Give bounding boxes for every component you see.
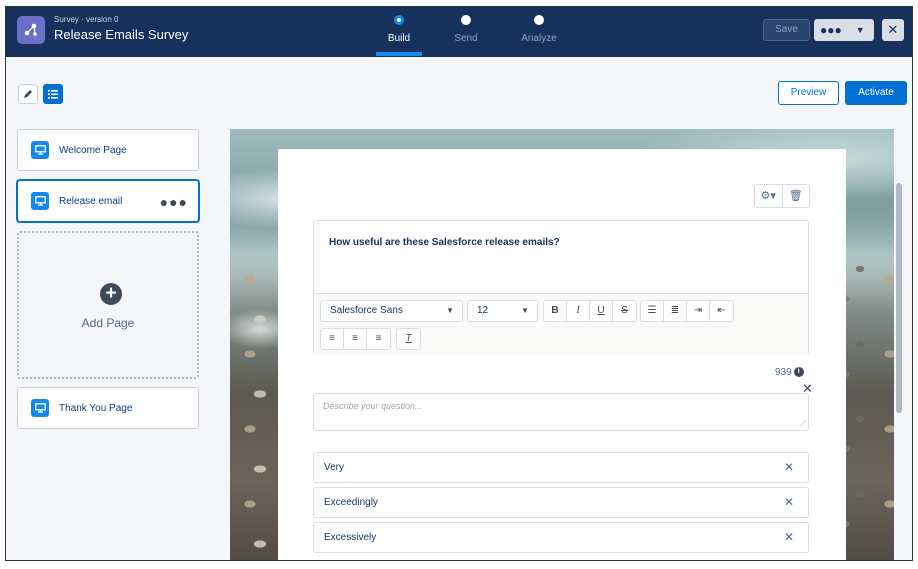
- clear-formatting-icon[interactable]: T: [397, 329, 420, 349]
- add-page-dropzone[interactable]: + Add Page: [17, 231, 199, 379]
- align-group: ≡ ≡ ≡: [320, 328, 391, 350]
- numbered-list-icon[interactable]: ≣: [664, 301, 687, 321]
- align-left-icon[interactable]: ≡: [321, 329, 344, 349]
- screen-icon: [31, 399, 49, 417]
- list-format-group: ☰ ≣ ⇥ ⇤: [640, 300, 734, 322]
- more-actions-button[interactable]: ●●● ▼: [814, 19, 874, 41]
- step-label: Build: [387, 33, 411, 44]
- font-size-value: 12: [477, 305, 489, 316]
- step-send[interactable]: Send: [431, 7, 501, 57]
- indent-icon[interactable]: ⇥: [687, 301, 710, 321]
- question-description-input[interactable]: Describe your question... ⟋: [313, 393, 809, 431]
- survey-app-icon: [17, 16, 45, 44]
- choice-label[interactable]: Excessively: [324, 532, 376, 543]
- remove-choice-icon[interactable]: ✕: [784, 495, 794, 509]
- caret-down-icon: ▼: [855, 25, 865, 35]
- activate-button[interactable]: Activate: [845, 81, 907, 105]
- preview-button[interactable]: Preview: [778, 81, 839, 105]
- survey-version: Survey · version 0: [54, 15, 119, 24]
- page-card-welcome[interactable]: Welcome Page: [17, 129, 199, 171]
- choice-row[interactable]: Excessively ✕: [313, 522, 809, 553]
- choice-label[interactable]: Exceedingly: [324, 497, 378, 508]
- step-build[interactable]: Build: [364, 7, 434, 57]
- step-analyze[interactable]: Analyze: [504, 7, 574, 57]
- align-center-icon[interactable]: ≡: [344, 329, 367, 349]
- bullet-list-icon[interactable]: ☰: [641, 301, 664, 321]
- remove-choice-icon[interactable]: ✕: [784, 460, 794, 474]
- resize-grip-icon[interactable]: ⟋: [800, 419, 806, 429]
- step-dot: [461, 15, 471, 25]
- add-circle-icon: +: [100, 283, 122, 305]
- align-right-icon[interactable]: ≡: [367, 329, 390, 349]
- clear-format-group: T: [396, 328, 421, 350]
- font-size-select[interactable]: 12 ▼: [467, 300, 538, 322]
- page-label: Thank You Page: [59, 402, 133, 414]
- underline-icon[interactable]: U: [590, 301, 613, 321]
- active-step-indicator: [376, 52, 422, 56]
- choice-row[interactable]: Exceedingly ✕: [313, 487, 809, 518]
- list-icon[interactable]: [43, 84, 63, 104]
- caret-down-icon: ▼: [446, 306, 454, 315]
- pencil-icon[interactable]: [18, 84, 38, 104]
- save-button[interactable]: Save: [763, 19, 810, 41]
- question-editor[interactable]: How useful are these Salesforce release …: [313, 220, 809, 355]
- bold-icon[interactable]: B: [544, 301, 567, 321]
- screen-icon: [31, 192, 49, 210]
- strikethrough-icon[interactable]: S: [613, 301, 636, 321]
- font-family-select[interactable]: Salesforce Sans ▼: [320, 300, 463, 322]
- page-menu-dots-icon[interactable]: ●●●: [160, 194, 188, 210]
- step-dot: [534, 15, 544, 25]
- remove-choice-icon[interactable]: ✕: [784, 530, 794, 544]
- page-card-release-email[interactable]: Release email ●●●: [17, 180, 199, 222]
- choice-label[interactable]: Very: [324, 462, 344, 473]
- question-actions: ⚙▾ 🗑: [754, 184, 810, 208]
- add-page-label: Add Page: [81, 316, 135, 330]
- description-placeholder: Describe your question...: [323, 401, 423, 411]
- survey-title: Release Emails Survey: [54, 27, 189, 42]
- italic-icon[interactable]: I: [567, 301, 590, 321]
- app-header: Survey · version 0 Release Emails Survey…: [6, 7, 912, 57]
- outdent-icon[interactable]: ⇤: [710, 301, 733, 321]
- survey-page-card: ⚙▾ 🗑 How useful are these Salesforce rel…: [278, 149, 846, 560]
- info-icon[interactable]: i: [793, 367, 804, 377]
- caret-down-icon: ▼: [521, 306, 529, 315]
- survey-builder-window: Survey · version 0 Release Emails Survey…: [5, 6, 913, 561]
- canvas-scrollbar[interactable]: [896, 183, 902, 413]
- screen-icon: [31, 141, 49, 159]
- character-count: 939 i: [775, 367, 804, 378]
- choice-row[interactable]: Very ✕: [313, 452, 809, 483]
- character-count-value: 939: [775, 367, 792, 378]
- gear-icon[interactable]: ⚙▾: [755, 185, 783, 207]
- text-format-group: B I U S: [543, 300, 637, 322]
- page-label: Welcome Page: [59, 144, 127, 156]
- page-label: Release email: [59, 195, 123, 207]
- page-card-thank-you[interactable]: Thank You Page: [17, 387, 199, 429]
- trash-icon[interactable]: 🗑: [783, 185, 810, 207]
- close-button[interactable]: ✕: [882, 19, 904, 41]
- step-label: Analyze: [521, 33, 557, 44]
- question-text[interactable]: How useful are these Salesforce release …: [329, 237, 560, 248]
- more-dots: ●●●: [820, 23, 842, 37]
- rich-text-toolbar: Salesforce Sans ▼ 12 ▼ B I U S ☰ ≣ ⇥ ⇤ ≡…: [314, 293, 808, 355]
- step-label: Send: [454, 33, 478, 44]
- font-family-value: Salesforce Sans: [330, 305, 403, 316]
- step-dot: [394, 15, 404, 25]
